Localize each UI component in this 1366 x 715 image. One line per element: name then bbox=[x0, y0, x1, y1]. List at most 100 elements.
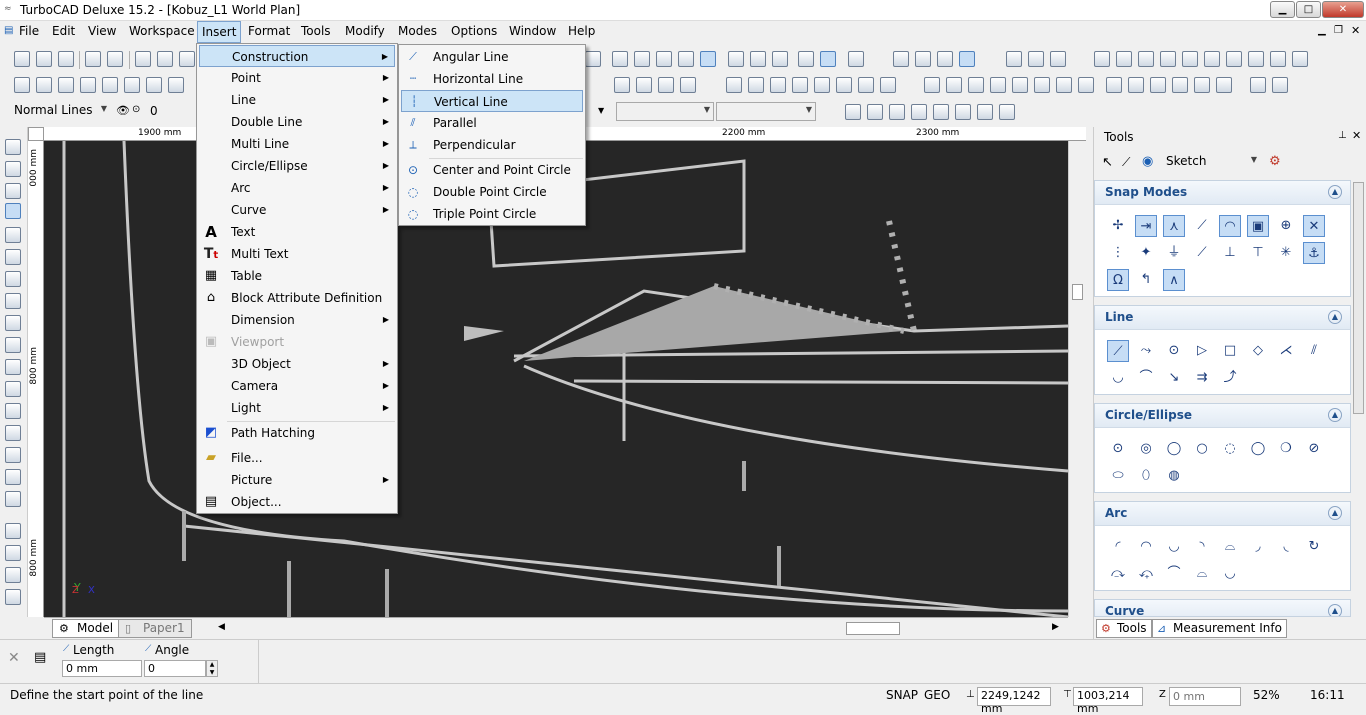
menu-item-arc[interactable]: Arc ▶ bbox=[199, 177, 395, 199]
settings-icon[interactable]: ⚙ bbox=[1269, 154, 1281, 169]
tb-icon[interactable] bbox=[977, 104, 993, 120]
menu-item-light[interactable]: Light ▶ bbox=[199, 397, 395, 419]
geo-toggle[interactable]: GEO bbox=[924, 688, 950, 702]
eye-icon[interactable]: 👁 bbox=[116, 104, 130, 117]
tb-icon[interactable] bbox=[845, 104, 861, 120]
pin-icon[interactable]: ⊥ bbox=[1338, 130, 1347, 141]
doc-icon[interactable]: ▤ bbox=[4, 25, 13, 36]
polygon-icon[interactable]: ▷ bbox=[1191, 340, 1213, 362]
snap-vertex-icon[interactable]: ✢ bbox=[1107, 215, 1129, 237]
snap-tracking-icon[interactable]: ↰ bbox=[1135, 269, 1157, 291]
tangent-arc-2-icon[interactable]: ⌓ bbox=[1219, 536, 1241, 558]
menu-item-file[interactable]: ▰ File... bbox=[199, 447, 395, 469]
tb-icon[interactable] bbox=[1028, 51, 1044, 67]
snap-intersect-icon[interactable]: ✕ bbox=[1303, 215, 1325, 237]
snap-quadrant-icon[interactable]: ▣ bbox=[1247, 215, 1269, 237]
tb-icon[interactable] bbox=[915, 51, 931, 67]
chevron-down-icon[interactable]: ▼ bbox=[598, 106, 604, 115]
tb-icon[interactable] bbox=[1128, 77, 1144, 93]
y-coordinate[interactable]: 1003,214 mm bbox=[1073, 687, 1143, 715]
tb-icon[interactable] bbox=[612, 51, 628, 67]
ellipse-fixed-icon[interactable]: ◍ bbox=[1163, 465, 1185, 487]
tb-icon[interactable] bbox=[750, 51, 766, 67]
tb-icon[interactable] bbox=[798, 51, 814, 67]
tb-icon[interactable] bbox=[168, 77, 184, 93]
menu-item-curve[interactable]: Curve ▶ bbox=[199, 199, 395, 221]
snap-drawing-icon[interactable]: ⏚ bbox=[1163, 242, 1185, 264]
elliptical-arc-icon[interactable]: ⤼ bbox=[1107, 563, 1129, 585]
tangent-arc-icon[interactable]: ⌒ bbox=[1135, 367, 1157, 389]
open-file-icon[interactable] bbox=[36, 51, 52, 67]
tb-icon[interactable] bbox=[1194, 77, 1210, 93]
tb-icon[interactable] bbox=[80, 77, 96, 93]
snap-align-icon[interactable]: ⊥ bbox=[1219, 242, 1241, 264]
elliptical-arc-3-icon[interactable]: ⌒ bbox=[1163, 563, 1185, 585]
three-point-circle-icon[interactable]: ○ bbox=[1191, 438, 1213, 460]
center-circle-icon[interactable]: ⊙ bbox=[1107, 438, 1129, 460]
lock-icon[interactable]: ⊙ bbox=[132, 104, 140, 115]
menu-window[interactable]: Window bbox=[509, 24, 556, 38]
menu-item-construction[interactable]: Construction ▶ bbox=[199, 45, 395, 67]
rotated-rect-icon[interactable]: ◇ bbox=[1247, 340, 1269, 362]
tb-icon[interactable] bbox=[814, 77, 830, 93]
angled-line-icon[interactable]: ⤴ bbox=[1219, 367, 1241, 389]
horizontal-scrollbar[interactable]: ◀ ▶ bbox=[214, 620, 1064, 637]
parallel-icon[interactable]: ⫽ bbox=[1303, 340, 1325, 362]
tb-icon[interactable] bbox=[634, 51, 650, 67]
tb-icon[interactable] bbox=[1272, 77, 1288, 93]
tb-icon[interactable] bbox=[585, 51, 601, 67]
tool-icon[interactable] bbox=[5, 589, 21, 605]
cancel-icon[interactable]: ✕ bbox=[8, 650, 20, 666]
menu-item-multi-text[interactable]: Tt Multi Text bbox=[199, 243, 395, 265]
move-icon[interactable] bbox=[5, 381, 21, 397]
line-tool-icon[interactable] bbox=[5, 203, 21, 219]
tb-icon[interactable] bbox=[1056, 77, 1072, 93]
menu-options[interactable]: Options bbox=[451, 24, 497, 38]
angle-stepper[interactable]: ▲ ▼ bbox=[206, 660, 218, 677]
collapse-icon[interactable]: ▲ bbox=[1328, 506, 1342, 520]
curve-icon[interactable] bbox=[5, 315, 21, 331]
snap-center-icon[interactable]: ⟋ bbox=[1191, 215, 1213, 237]
tb-icon[interactable] bbox=[1078, 77, 1094, 93]
menu-tools[interactable]: Tools bbox=[301, 24, 331, 38]
ellipse-icon[interactable]: ⬭ bbox=[1107, 465, 1129, 487]
tb-icon[interactable] bbox=[1226, 51, 1242, 67]
two-point-circle-icon[interactable]: ◯ bbox=[1163, 438, 1185, 460]
new-file-icon[interactable] bbox=[14, 51, 30, 67]
group-header[interactable]: Arc ▲ bbox=[1095, 502, 1350, 526]
hatch-icon[interactable] bbox=[5, 425, 21, 441]
tb-icon[interactable] bbox=[792, 77, 808, 93]
tb-icon[interactable] bbox=[1138, 51, 1154, 67]
app-icon[interactable]: ≈ bbox=[4, 4, 16, 16]
tb-icon[interactable] bbox=[999, 104, 1015, 120]
tb-icon[interactable] bbox=[968, 77, 984, 93]
submenu-item-angular-line[interactable]: ⟋ Angular Line bbox=[401, 46, 583, 68]
doc-restore-icon[interactable]: ❐ bbox=[1334, 25, 1343, 36]
width-select[interactable]: ▼ bbox=[716, 102, 816, 121]
tab-paper[interactable]: ▯ Paper1 bbox=[118, 619, 192, 638]
tb-icon[interactable] bbox=[1250, 77, 1266, 93]
scroll-left-icon[interactable]: ◀ bbox=[218, 622, 225, 632]
tb-icon[interactable] bbox=[1094, 51, 1110, 67]
workspace-mode-select[interactable]: Sketch ▼ bbox=[1162, 153, 1260, 172]
tb-icon[interactable] bbox=[889, 104, 905, 120]
arc-icon[interactable] bbox=[5, 293, 21, 309]
scroll-thumb[interactable] bbox=[1353, 182, 1364, 414]
x-coordinate[interactable]: 2249,1242 mm bbox=[977, 687, 1051, 715]
paint-icon[interactable] bbox=[5, 545, 21, 561]
bisect-icon[interactable]: ↘ bbox=[1163, 367, 1185, 389]
tb-icon[interactable] bbox=[146, 77, 162, 93]
snap-perp-icon[interactable]: ⟋ bbox=[1191, 242, 1213, 264]
panel-tab-tools[interactable]: ⚙ Tools bbox=[1096, 619, 1152, 638]
z-coordinate[interactable] bbox=[1169, 687, 1241, 706]
tangent-circle-4-icon[interactable]: ⊘ bbox=[1303, 438, 1325, 460]
menu-item-dimension[interactable]: Dimension ▶ bbox=[199, 309, 395, 331]
properties-icon[interactable]: ▤ bbox=[34, 650, 46, 665]
tb-icon[interactable] bbox=[955, 104, 971, 120]
tangent-arc-3-icon[interactable]: ◞ bbox=[1247, 536, 1269, 558]
tb-icon[interactable] bbox=[1116, 51, 1132, 67]
scroll-right-icon[interactable]: ▶ bbox=[1052, 622, 1059, 632]
submenu-item-center-point-circle[interactable]: ⊙ Center and Point Circle bbox=[401, 159, 583, 181]
tb-icon[interactable] bbox=[820, 51, 836, 67]
menu-item-text[interactable]: A Text bbox=[199, 221, 395, 243]
